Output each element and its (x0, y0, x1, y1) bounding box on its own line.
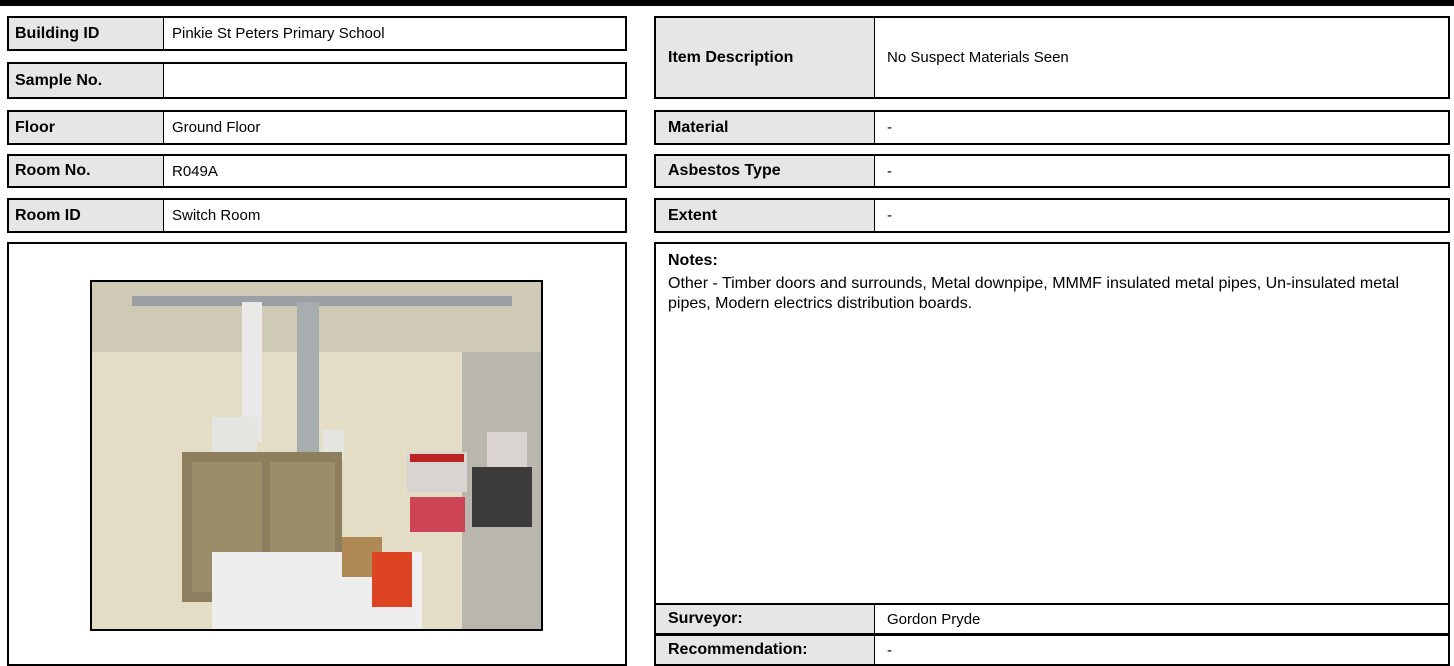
building-id-value: Pinkie St Peters Primary School (172, 25, 385, 42)
floor-label: Floor (9, 112, 164, 143)
item-description-value: No Suspect Materials Seen (887, 49, 1069, 66)
room-no-row: Room No. R049A (7, 154, 627, 188)
notes-text: Other - Timber doors and surrounds, Meta… (668, 275, 1399, 312)
room-id-label: Room ID (9, 200, 164, 231)
building-id-row: Building ID Pinkie St Peters Primary Sch… (7, 16, 627, 51)
notes-label: Notes: (668, 252, 718, 269)
item-description-label: Item Description (656, 18, 875, 97)
asbestos-type-row: Asbestos Type - (654, 154, 1450, 188)
floor-value: Ground Floor (172, 119, 261, 136)
surveyor-label: Surveyor: (656, 605, 875, 633)
material-label: Material (656, 112, 875, 143)
asbestos-type-value: - (887, 162, 892, 180)
room-no-label: Room No. (9, 156, 164, 186)
asbestos-type-label: Asbestos Type (656, 156, 875, 186)
building-id-label: Building ID (9, 18, 164, 49)
recommendation-value: - (887, 641, 892, 659)
room-photo (90, 280, 543, 631)
material-row: Material - (654, 110, 1450, 145)
surveyor-value: Gordon Pryde (887, 610, 981, 628)
room-id-value: Switch Room (172, 207, 261, 224)
recommendation-row: Recommendation: - (654, 634, 1450, 666)
top-rule (0, 0, 1454, 6)
extent-row: Extent - (654, 198, 1450, 233)
sample-no-row: Sample No. (7, 62, 627, 99)
extent-label: Extent (656, 200, 875, 231)
floor-row: Floor Ground Floor (7, 110, 627, 145)
recommendation-label: Recommendation: (656, 636, 875, 664)
item-description-row: Item Description No Suspect Materials Se… (654, 16, 1450, 99)
sample-no-value (164, 64, 625, 97)
surveyor-row: Surveyor: Gordon Pryde (654, 603, 1450, 635)
extent-value: - (887, 207, 892, 224)
sample-no-label: Sample No. (9, 64, 164, 97)
material-value: - (887, 119, 892, 136)
room-id-row: Room ID Switch Room (7, 198, 627, 233)
room-no-value: R049A (172, 162, 218, 180)
room-photo-illustration (92, 282, 541, 629)
